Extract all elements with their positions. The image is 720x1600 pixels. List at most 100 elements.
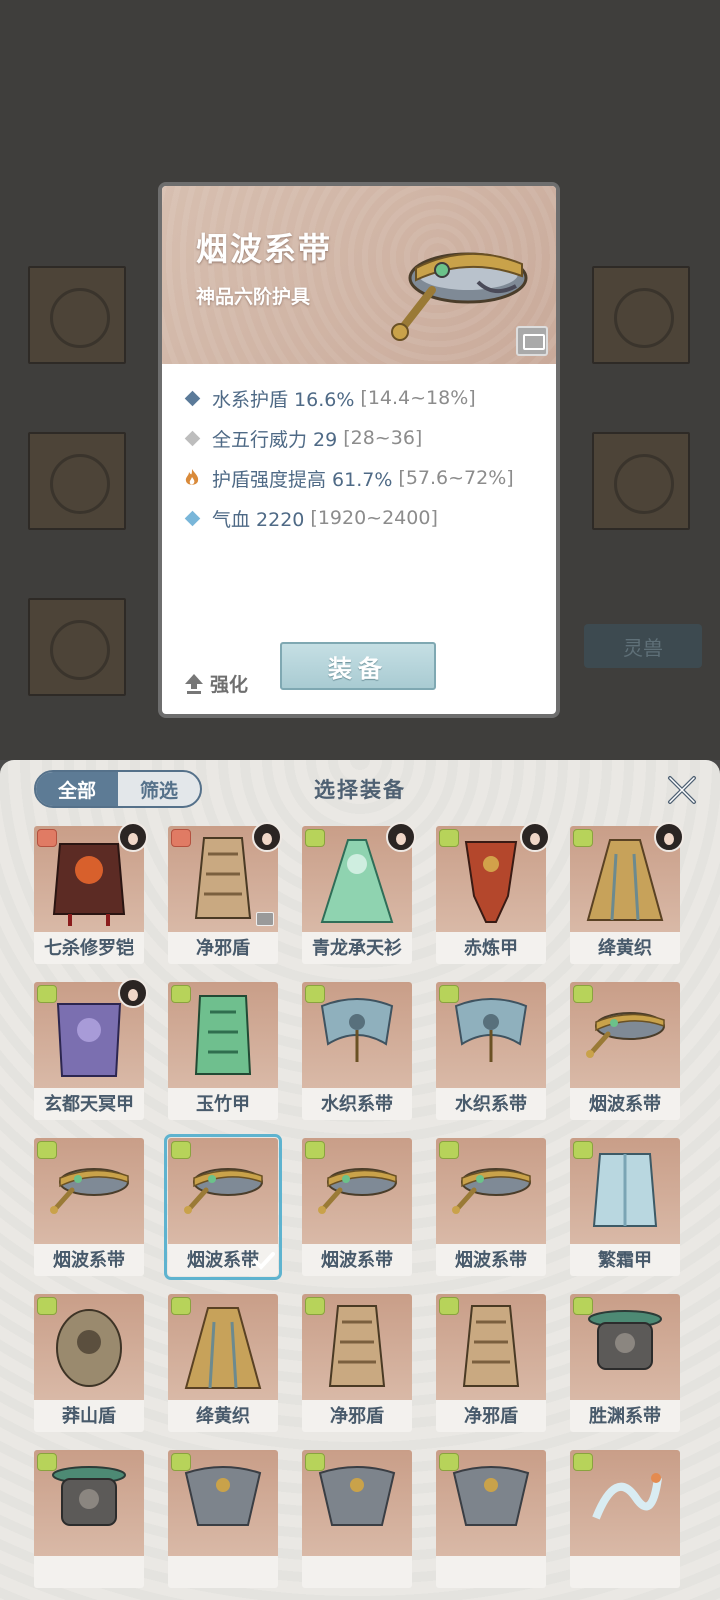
- quality-badge-icon: [171, 1297, 191, 1315]
- equipment-name: 烟波系带: [53, 1250, 125, 1271]
- equipped-by-avatar: [520, 822, 550, 852]
- equipment-name: 赤炼甲: [464, 938, 518, 959]
- quality-badge-icon: [305, 1141, 325, 1159]
- equipped-by-avatar: [252, 822, 282, 852]
- sheet-title: 选择装备: [314, 778, 406, 802]
- equipment-card[interactable]: 烟波系带: [436, 1138, 546, 1276]
- equipment-card[interactable]: [302, 1450, 412, 1588]
- equipment-name: 净邪盾: [464, 1406, 518, 1427]
- quality-badge-icon: [37, 1297, 57, 1315]
- equipment-card[interactable]: 烟波系带: [164, 1134, 282, 1280]
- quality-badge-icon: [171, 1141, 191, 1159]
- quality-badge-icon: [439, 1297, 459, 1315]
- equipment-card[interactable]: 水织系带: [302, 982, 412, 1120]
- item-name: 烟波系带: [196, 230, 333, 268]
- equipment-name: [168, 1558, 278, 1588]
- enhance-label: 强化: [210, 674, 249, 696]
- quality-badge-icon: [439, 1141, 459, 1159]
- stat-row: 气血 2220 [1920~2400]: [182, 498, 552, 538]
- equipment-card[interactable]: 水织系带: [436, 982, 546, 1120]
- item-detail-panel: 烟波系带 神品六阶护具 水系护盾 16.6% [14.4~18%] 全五行威力 …: [158, 182, 560, 718]
- equipment-card[interactable]: 绛黄织: [168, 1294, 278, 1432]
- select-equipment-sheet: 全部 筛选 选择装备 七杀修罗铠 净邪盾 青龙承天衫 赤炼甲 绛黄织 玄都天冥甲 玉竹甲 水织…: [0, 760, 720, 1600]
- equipment-card[interactable]: 净邪盾: [302, 1294, 412, 1432]
- quality-badge-icon: [37, 985, 57, 1003]
- bg-spirit-beast-tab: 灵兽: [584, 624, 702, 668]
- lightblue-diamond-icon: [182, 508, 202, 528]
- equipment-name: [34, 1558, 144, 1588]
- close-icon[interactable]: [664, 772, 700, 808]
- bg-equip-slot: [28, 266, 126, 364]
- equipment-name: [302, 1558, 412, 1588]
- flame-icon: [182, 468, 202, 488]
- equipment-card[interactable]: 繁霜甲: [570, 1138, 680, 1276]
- stat-range: [57.6~72%]: [398, 467, 514, 489]
- equipment-card[interactable]: [34, 1450, 144, 1588]
- stat-row: 水系护盾 16.6% [14.4~18%]: [182, 378, 552, 418]
- equipment-name: 水织系带: [455, 1094, 527, 1115]
- equipment-card[interactable]: 玉竹甲: [168, 982, 278, 1120]
- item-stats: 水系护盾 16.6% [14.4~18%] 全五行威力 29 [28~36] 护…: [182, 378, 552, 538]
- arrow-up-icon: [185, 673, 203, 694]
- quality-badge-icon: [573, 1297, 593, 1315]
- equipment-card[interactable]: [570, 1450, 680, 1588]
- equipment-card[interactable]: 七杀修罗铠: [34, 822, 148, 964]
- stat-text: 护盾强度提高 61.7%: [212, 468, 393, 491]
- equipment-card[interactable]: [436, 1450, 546, 1588]
- quality-badge-icon: [171, 1453, 191, 1471]
- equipment-card[interactable]: 烟波系带: [302, 1138, 412, 1276]
- equipment-card[interactable]: 烟波系带: [34, 1138, 144, 1276]
- quality-badge-icon: [171, 829, 191, 847]
- equipment-name: 莽山盾: [62, 1406, 116, 1427]
- equip-button[interactable]: 装备: [280, 642, 436, 690]
- equipped-by-avatar: [654, 822, 684, 852]
- equipment-card[interactable]: 玄都天冥甲: [34, 978, 148, 1120]
- stat-text: 水系护盾 16.6%: [212, 388, 355, 411]
- equipment-name: 绛黄织: [598, 938, 652, 959]
- checkmark-icon: [253, 1252, 275, 1270]
- gray-diamond-icon: [182, 428, 202, 448]
- quality-badge-icon: [305, 985, 325, 1003]
- quality-badge-icon: [37, 1453, 57, 1471]
- equipment-name: 玄都天冥甲: [44, 1094, 134, 1115]
- equipment-name: [436, 1558, 546, 1588]
- enhance-button[interactable]: 强化: [184, 670, 248, 697]
- equipment-card[interactable]: 净邪盾: [168, 822, 282, 964]
- quality-badge-icon: [171, 985, 191, 1003]
- bg-equip-slot: [592, 266, 690, 364]
- quality-badge-icon: [573, 829, 593, 847]
- quality-badge-icon: [573, 1453, 593, 1471]
- equipment-name: 胜渊系带: [589, 1406, 661, 1427]
- lock-icon[interactable]: [516, 326, 548, 356]
- equipment-name: 烟波系带: [589, 1094, 661, 1115]
- quality-badge-icon: [439, 985, 459, 1003]
- lock-icon: [256, 912, 274, 926]
- equipment-name: 繁霜甲: [598, 1250, 652, 1271]
- equipped-by-avatar: [118, 822, 148, 852]
- quality-badge-icon: [305, 1453, 325, 1471]
- stat-range: [14.4~18%]: [360, 387, 476, 409]
- quality-badge-icon: [37, 829, 57, 847]
- equipment-card[interactable]: 胜渊系带: [570, 1294, 680, 1432]
- equipment-card[interactable]: [168, 1450, 278, 1588]
- blue-diamond-icon: [182, 388, 202, 408]
- equipment-name: 净邪盾: [330, 1406, 384, 1427]
- equipment-card[interactable]: 赤炼甲: [436, 822, 550, 964]
- stat-range: [1920~2400]: [310, 507, 438, 529]
- bg-equip-slot: [592, 432, 690, 530]
- bg-equip-slot: [28, 598, 126, 696]
- quality-badge-icon: [573, 1141, 593, 1159]
- belt-item-icon: [391, 252, 528, 341]
- stat-text: 全五行威力 29: [212, 428, 338, 451]
- stat-text: 气血 2220: [212, 508, 305, 531]
- quality-badge-icon: [37, 1141, 57, 1159]
- quality-badge-icon: [305, 1297, 325, 1315]
- equipment-card[interactable]: 青龙承天衫: [302, 822, 416, 964]
- equipment-card[interactable]: 莽山盾: [34, 1294, 144, 1432]
- equipment-card[interactable]: 净邪盾: [436, 1294, 546, 1432]
- quality-badge-icon: [439, 1453, 459, 1471]
- equipment-card[interactable]: 绛黄织: [570, 822, 684, 964]
- equipment-card[interactable]: 烟波系带: [570, 982, 680, 1120]
- equipment-name: [570, 1558, 680, 1588]
- item-grade: 神品六阶护具: [196, 286, 311, 308]
